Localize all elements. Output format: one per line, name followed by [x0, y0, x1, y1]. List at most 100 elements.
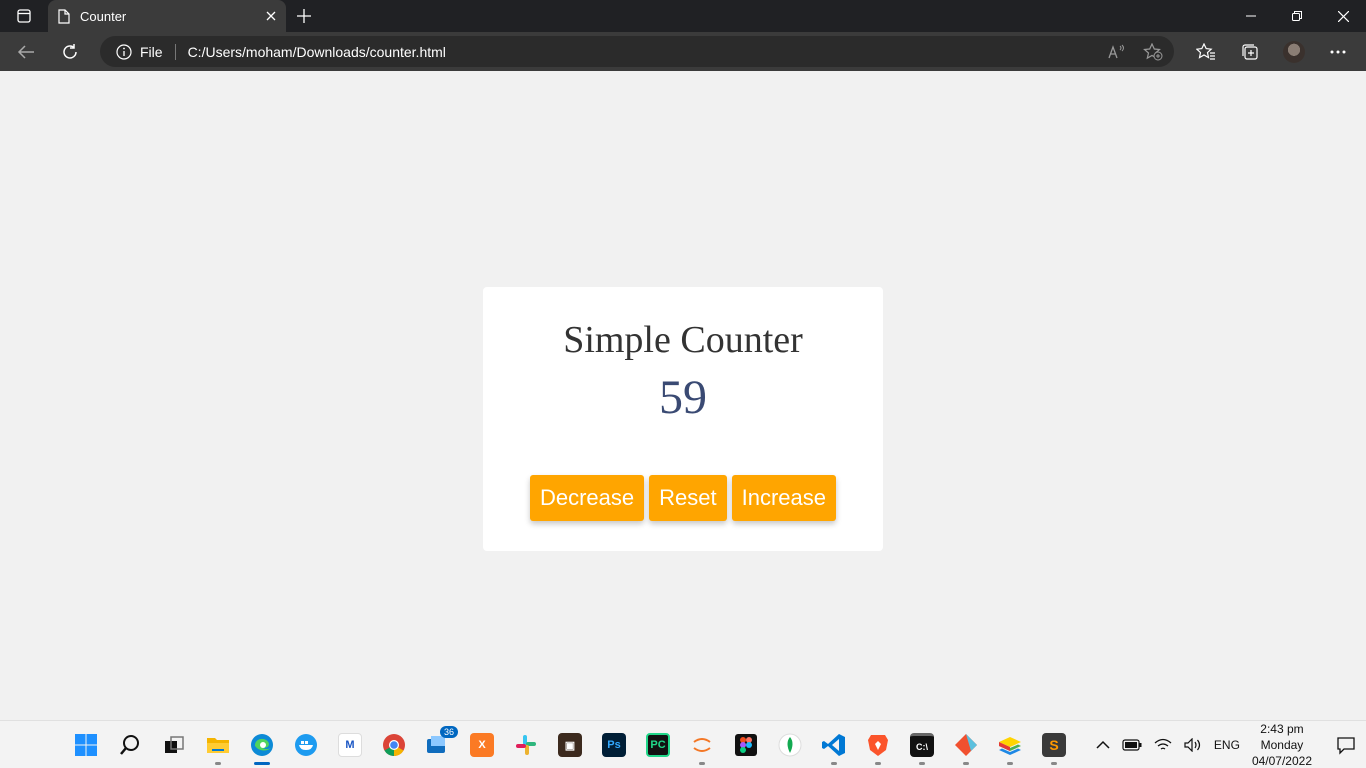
- close-window-button[interactable]: [1320, 0, 1366, 32]
- running-indicator: [875, 762, 881, 765]
- plus-icon: [297, 9, 311, 23]
- jupyter-app[interactable]: [680, 723, 724, 767]
- running-indicator: [1007, 762, 1013, 765]
- xampp-icon: X: [470, 733, 494, 757]
- tab-title: Counter: [80, 8, 127, 24]
- running-indicator: [963, 762, 969, 765]
- bluestacks-icon: [999, 737, 1021, 755]
- pycharm-icon: PC: [646, 733, 670, 757]
- reset-button[interactable]: Reset: [649, 475, 727, 521]
- brave-app[interactable]: [856, 723, 900, 767]
- add-favorite-icon: [1143, 43, 1163, 61]
- figma-icon: [735, 734, 757, 756]
- favorites-icon: [1196, 43, 1215, 60]
- minimize-icon: [1246, 15, 1256, 17]
- vscode-icon: [822, 734, 845, 756]
- search-icon: [120, 735, 139, 755]
- chevron-up-icon[interactable]: [1096, 740, 1110, 750]
- info-icon: [116, 43, 132, 60]
- terminal-app[interactable]: C:\: [900, 723, 944, 767]
- minimize-button[interactable]: [1228, 0, 1274, 32]
- terminal-icon: C:\: [910, 733, 934, 757]
- sublime-icon: S: [1042, 733, 1066, 757]
- volume-icon[interactable]: [1184, 738, 1202, 752]
- photoshop-app[interactable]: Ps: [592, 723, 636, 767]
- page-viewport: Simple Counter 59 Decrease Reset Increas…: [0, 71, 1366, 720]
- refresh-button[interactable]: [52, 36, 88, 68]
- restore-icon: [1292, 11, 1302, 21]
- clock-date: 04/07/2022: [1251, 754, 1312, 768]
- notification-badge: 36: [439, 726, 458, 738]
- chrome-app[interactable]: [372, 723, 416, 767]
- settings-menu-button[interactable]: [1320, 36, 1356, 68]
- add-favorite-button[interactable]: [1142, 41, 1164, 63]
- favorites-button[interactable]: [1188, 36, 1224, 68]
- counter-card: Simple Counter 59 Decrease Reset Increas…: [483, 287, 883, 551]
- mongodb-leaf-icon: [778, 733, 802, 757]
- read-aloud-button[interactable]: [1106, 41, 1128, 63]
- url-text[interactable]: C:/Users/moham/Downloads/counter.html: [188, 44, 446, 60]
- restore-button[interactable]: [1274, 0, 1320, 32]
- address-bar[interactable]: File C:/Users/moham/Downloads/counter.ht…: [100, 36, 1174, 67]
- mail-app[interactable]: 36: [416, 723, 460, 767]
- browser-tab[interactable]: Counter: [48, 0, 286, 32]
- increase-button[interactable]: Increase: [731, 475, 837, 521]
- read-aloud-icon: [1108, 44, 1124, 59]
- mongodb-app[interactable]: [768, 723, 812, 767]
- avatar: [1283, 41, 1305, 63]
- page-icon: [58, 8, 70, 24]
- figma-app[interactable]: [724, 723, 768, 767]
- window-controls: [1228, 0, 1366, 32]
- page-title: Simple Counter: [563, 319, 803, 361]
- start-button[interactable]: [64, 723, 108, 767]
- vscode-app[interactable]: [812, 723, 856, 767]
- slack-app[interactable]: [504, 723, 548, 767]
- pycharm-app[interactable]: PC: [636, 723, 680, 767]
- system-tray: ENG 2:43 pm Monday 04/07/2022: [1096, 721, 1356, 768]
- sublime-text-app[interactable]: S: [1032, 723, 1076, 767]
- git-icon: [955, 734, 977, 756]
- counter-value: 59: [659, 371, 707, 424]
- back-button[interactable]: [8, 36, 44, 68]
- edge-app[interactable]: [240, 723, 284, 767]
- virtualbox-app[interactable]: ▣: [548, 723, 592, 767]
- running-indicator: [919, 762, 925, 765]
- bluestacks-app[interactable]: [988, 723, 1032, 767]
- running-indicator: [1051, 762, 1057, 765]
- active-indicator: [254, 762, 270, 765]
- git-app[interactable]: [944, 723, 988, 767]
- search-button[interactable]: [108, 723, 152, 767]
- language-indicator[interactable]: ENG: [1214, 738, 1240, 752]
- notifications-icon[interactable]: [1336, 735, 1356, 755]
- mongodb-compass-app[interactable]: M: [328, 723, 372, 767]
- profile-button[interactable]: [1276, 36, 1312, 68]
- file-explorer-app[interactable]: [196, 723, 240, 767]
- running-indicator: [699, 762, 705, 765]
- protocol-label: File: [140, 43, 163, 60]
- brave-icon: [868, 735, 888, 756]
- clock-day: Monday: [1260, 738, 1304, 752]
- battery-icon[interactable]: [1122, 739, 1142, 751]
- task-view-button[interactable]: [152, 723, 196, 767]
- browser-titlebar: Counter: [0, 0, 1366, 32]
- wifi-icon[interactable]: [1154, 738, 1172, 752]
- clock[interactable]: 2:43 pm Monday 04/07/2022: [1252, 721, 1312, 768]
- decrease-button[interactable]: Decrease: [529, 475, 645, 521]
- jupyter-icon: [693, 738, 711, 752]
- xampp-app[interactable]: X: [460, 723, 504, 767]
- tab-actions-button[interactable]: [0, 0, 48, 32]
- docker-icon: [295, 734, 317, 756]
- tab-actions-icon: [17, 9, 31, 23]
- virtualbox-icon: ▣: [558, 733, 582, 757]
- close-icon: [1337, 10, 1349, 22]
- taskbar: M 36 X ▣ Ps PC C:\ S ENG 2:43 pm Monday …: [0, 720, 1366, 768]
- more-icon: [1330, 50, 1346, 54]
- close-tab-icon[interactable]: [266, 11, 276, 21]
- compass-icon: M: [338, 733, 362, 757]
- new-tab-button[interactable]: [292, 4, 316, 28]
- address-divider: [174, 43, 176, 60]
- collections-button[interactable]: [1232, 36, 1268, 68]
- running-indicator: [831, 762, 837, 765]
- docker-app[interactable]: [284, 723, 328, 767]
- address-bar-actions: [1106, 41, 1164, 63]
